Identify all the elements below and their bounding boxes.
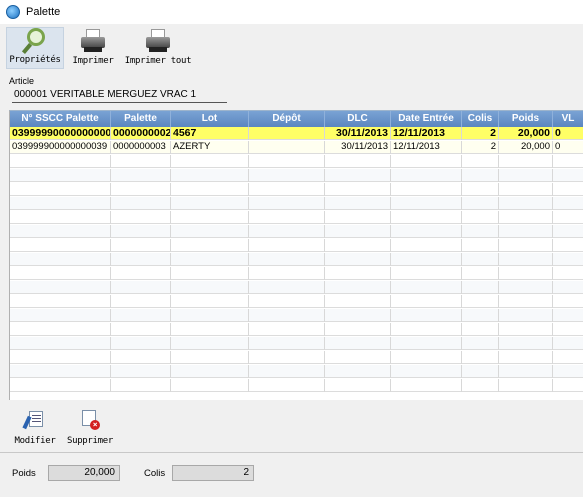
window-title: Palette [26,6,61,18]
cell-vl: 0 [553,141,583,154]
empty-row [10,323,583,336]
toolbar: Propriétés Imprimer Imprimer tout [0,24,583,72]
cell-sscc: 039999900000000039 [10,141,111,154]
empty-row [10,267,583,280]
cell-lot: AZERTY [171,141,249,154]
cell-palette: 0000000002 [113,127,171,140]
column-header-depot[interactable]: Dépôt [249,111,325,127]
delete-label: Supprimer [66,436,114,446]
cell-palette: 0000000003 [111,141,171,154]
printer-icon [144,28,172,54]
palette-grid[interactable]: N° SSCC Palette Palette Lot Dépôt DLC Da… [9,110,583,400]
table-row[interactable]: 039999900000000000 0000000002 4567 30/11… [10,127,583,140]
column-header-lot[interactable]: Lot [171,111,249,127]
cell-poids: 20,000 [499,141,553,154]
empty-row [10,281,583,294]
article-label: Article [9,76,35,86]
empty-row [10,239,583,252]
cell-dlc: 30/11/2013 [325,141,391,154]
delete-button[interactable]: × Supprimer [62,406,118,448]
empty-row [10,337,583,350]
table-row[interactable]: 039999900000000039 0000000003 AZERTY 30/… [10,141,583,154]
empty-row [10,379,583,392]
modify-label: Modifier [14,436,56,446]
column-header-date-entree[interactable]: Date Entrée [391,111,462,127]
empty-row [10,155,583,168]
empty-row [10,183,583,196]
empty-row [10,197,583,210]
column-header-poids[interactable]: Poids [499,111,553,127]
empty-row [10,351,583,364]
cell-colis: 2 [462,141,499,154]
parcels-field: 2 [172,465,254,481]
empty-row [10,295,583,308]
parcels-label: Colis [144,468,166,479]
empty-row [10,169,583,182]
properties-label: Propriétés [9,55,61,65]
print-button[interactable]: Imprimer [68,27,118,69]
column-header-colis[interactable]: Colis [462,111,499,127]
cell-depot [249,141,325,154]
action-toolbar: Modifier × Supprimer [0,400,583,450]
grid-header: N° SSCC Palette Palette Lot Dépôt DLC Da… [10,111,583,127]
delete-icon: × [80,410,100,430]
cell-depot [249,127,325,140]
column-header-dlc[interactable]: DLC [325,111,391,127]
column-header-vl[interactable]: VL [553,111,583,127]
cell-lot: 4567 [171,127,249,140]
search-icon [21,28,49,54]
cell-vl: 0 [553,127,583,140]
edit-icon [22,410,45,430]
column-header-sscc[interactable]: N° SSCC Palette [10,111,111,127]
summary-panel: Poids 20,000 Colis 2 [0,452,583,497]
cell-sscc: 039999900000000000 [12,127,111,140]
print-label: Imprimer [72,56,114,66]
empty-row [10,309,583,322]
article-field[interactable]: 000001 VERITABLE MERGUEZ VRAC 1 [12,88,227,103]
printer-icon [79,28,107,54]
empty-row [10,253,583,266]
empty-row [10,365,583,378]
print-all-button[interactable]: Imprimer tout [122,27,194,69]
weight-field: 20,000 [48,465,120,481]
empty-row [10,225,583,238]
title-bar: Palette [0,0,583,24]
print-all-label: Imprimer tout [124,56,192,66]
cell-dlc: 30/11/2013 [325,127,391,140]
column-header-palette[interactable]: Palette [111,111,171,127]
weight-label: Poids [12,468,36,479]
cell-poids: 20,000 [499,127,553,140]
cell-date-entree: 12/11/2013 [391,141,462,154]
empty-row [10,211,583,224]
cell-date-entree: 12/11/2013 [391,127,462,140]
properties-button[interactable]: Propriétés [6,27,64,69]
app-icon [6,5,20,19]
cell-colis: 2 [462,127,499,140]
modify-button[interactable]: Modifier [12,406,58,448]
